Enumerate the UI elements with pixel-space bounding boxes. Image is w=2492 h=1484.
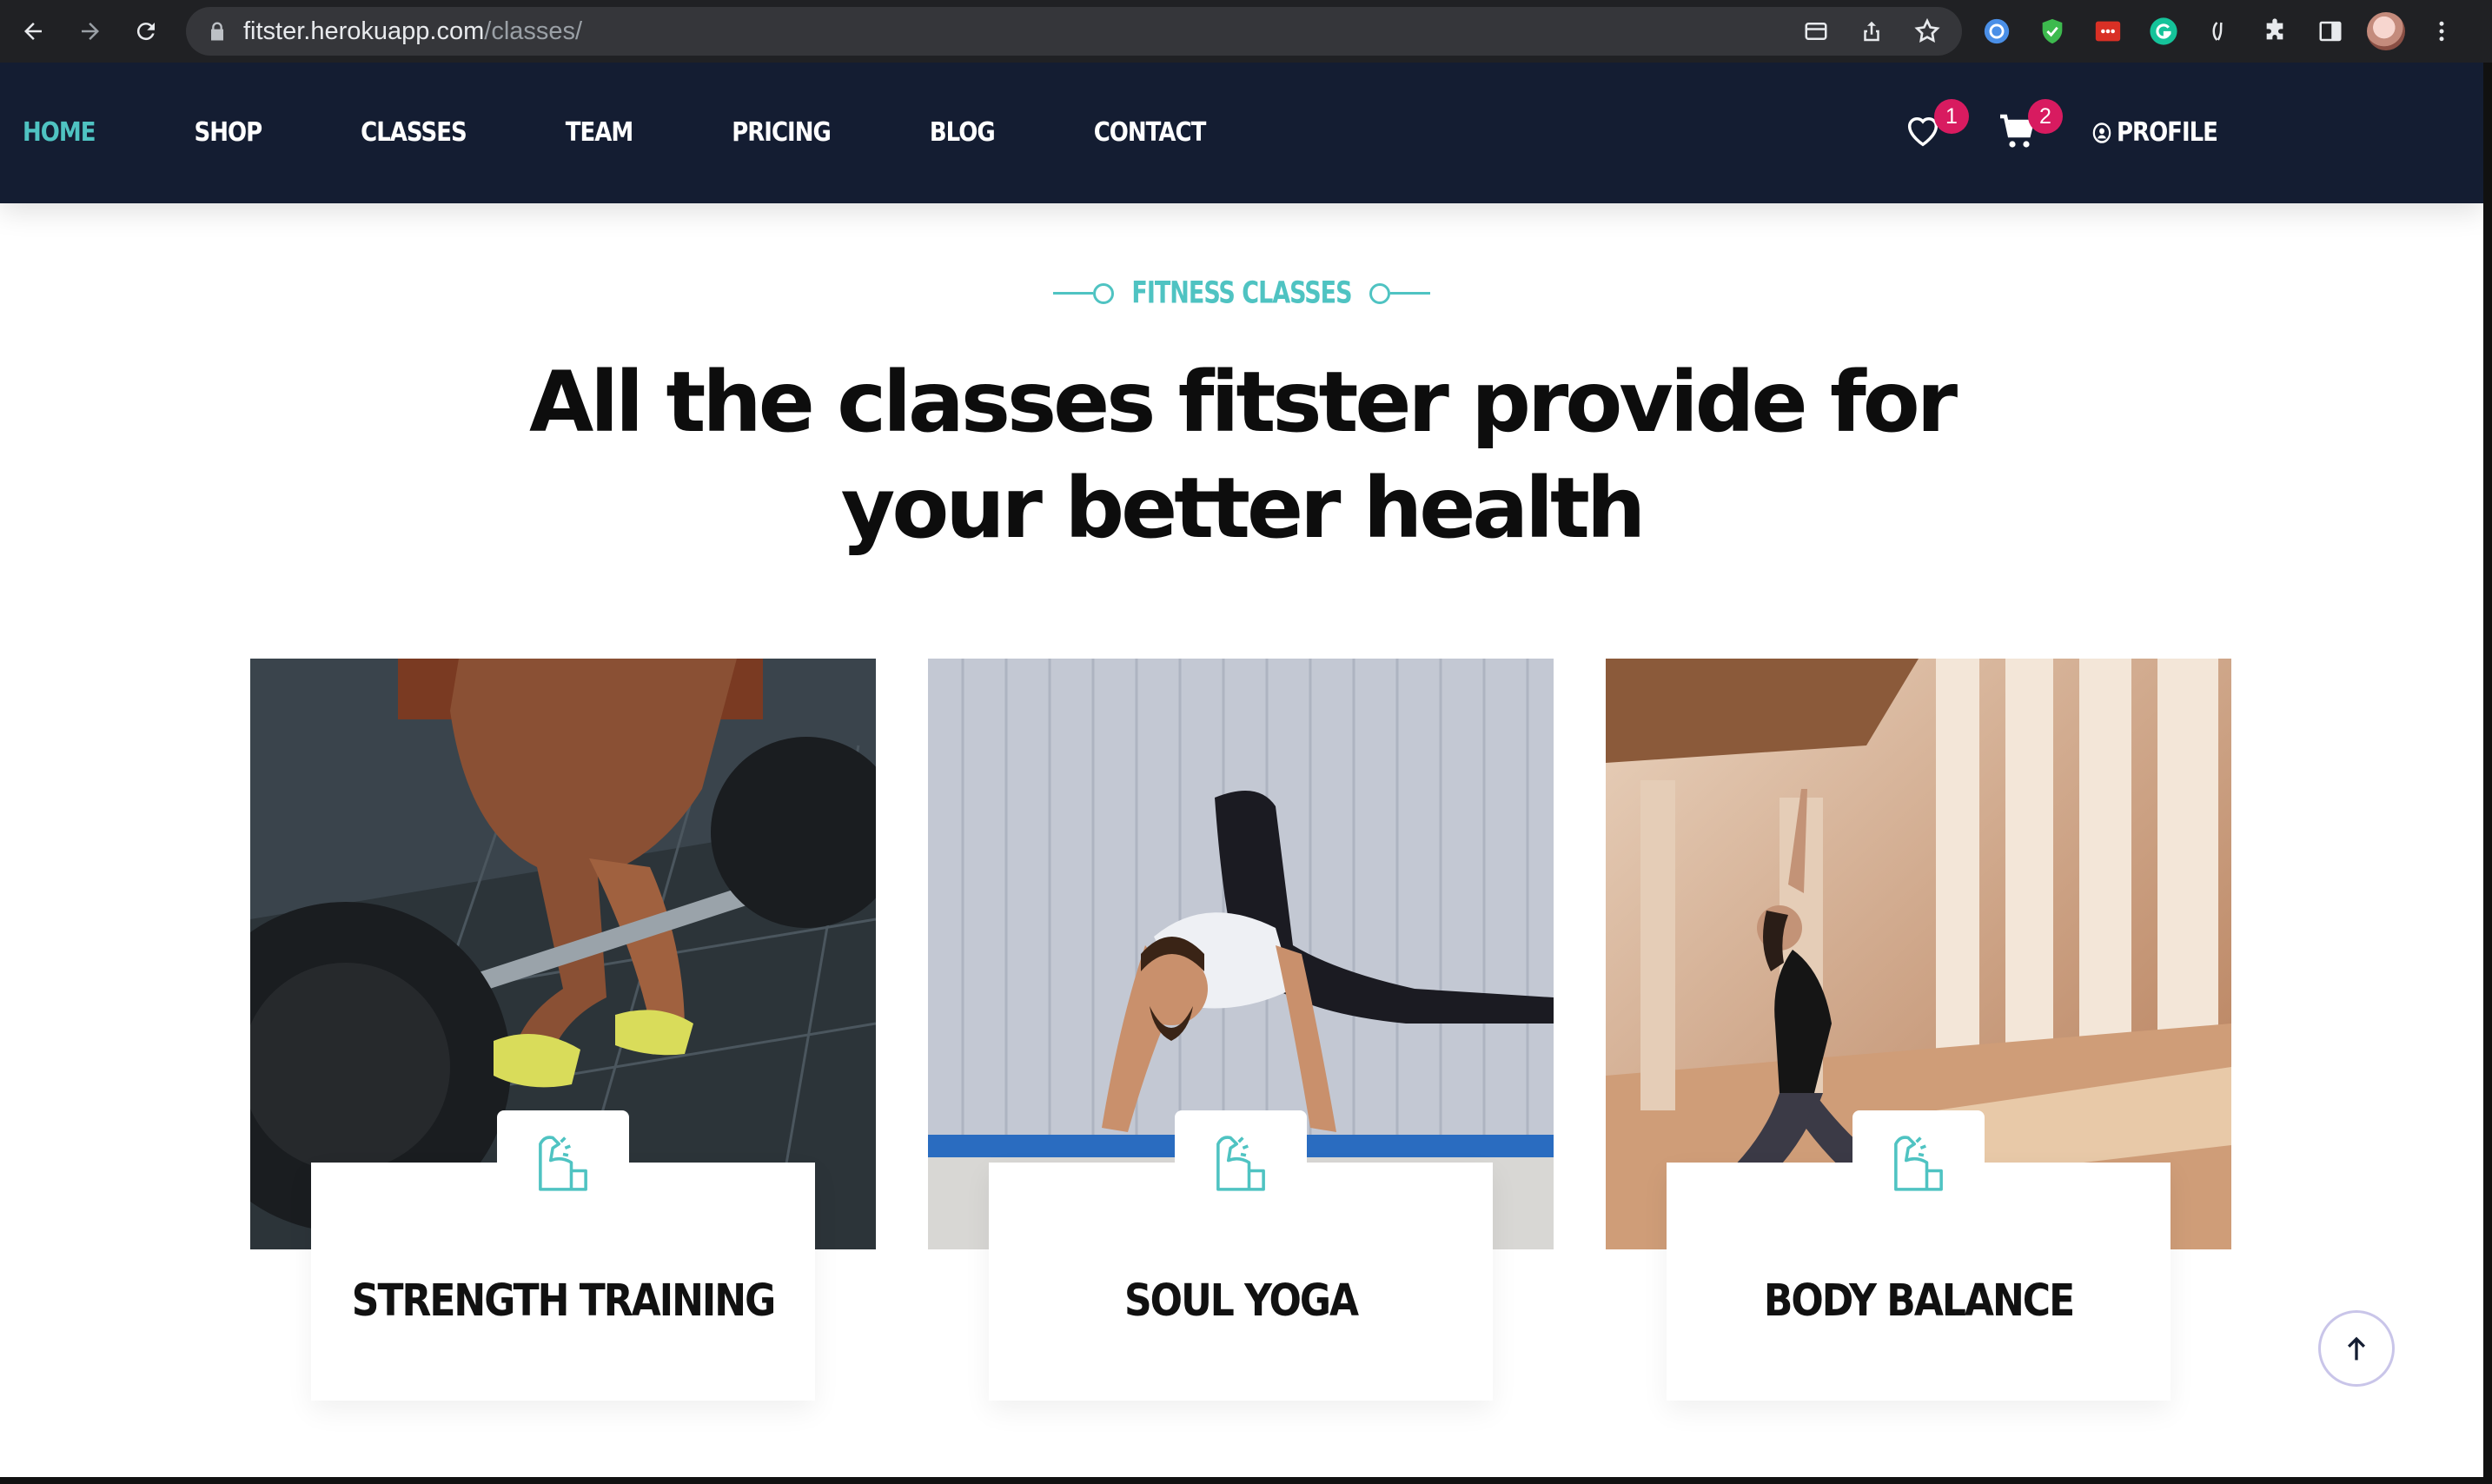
nav-classes[interactable]: CLASSES — [361, 118, 467, 149]
nav-team[interactable]: TEAM — [566, 118, 633, 149]
url-path: /classes/ — [484, 17, 583, 45]
window-bottom-edge — [0, 1477, 2492, 1484]
class-card-title[interactable]: BODY BALANCE — [1667, 1275, 2171, 1327]
class-card-title[interactable]: SOUL YOGA — [989, 1275, 1493, 1327]
arrow-up-icon — [2348, 1336, 2365, 1361]
cart-count-badge: 2 — [2028, 99, 2063, 134]
side-panel-icon[interactable] — [2311, 12, 2350, 50]
wishlist-button[interactable]: 1 — [1903, 99, 1969, 155]
shield-extension-icon[interactable] — [2033, 12, 2071, 50]
browser-menu-icon[interactable] — [2422, 12, 2461, 50]
section-eyebrow: FITNESS CLASSES — [0, 275, 2483, 311]
bookmark-star-icon[interactable] — [1908, 12, 1946, 50]
flexed-arm-icon — [539, 1136, 587, 1191]
browser-toolbar: fitster.herokuapp.com/classes/ — [0, 0, 2492, 63]
puzzle-icon[interactable] — [2256, 12, 2294, 50]
share-icon[interactable] — [1852, 12, 1891, 50]
profile-label: PROFILE — [2117, 117, 2218, 149]
script-extension-icon[interactable] — [2200, 12, 2238, 50]
profile-avatar[interactable] — [2367, 12, 2405, 50]
lock-icon — [211, 22, 223, 41]
window-edge — [2483, 63, 2492, 1484]
nav-contact[interactable]: CONTACT — [1094, 118, 1207, 149]
eyebrow-decoration-right — [1369, 282, 1430, 304]
nav-shop[interactable]: SHOP — [195, 118, 263, 149]
grammarly-icon[interactable] — [2144, 12, 2183, 50]
card-icon[interactable] — [1797, 12, 1835, 50]
address-bar[interactable]: fitster.herokuapp.com/classes/ — [186, 7, 1962, 56]
user-circle-icon — [2092, 123, 2111, 143]
back-icon[interactable] — [14, 12, 52, 50]
url-text: fitster.herokuapp.com/classes/ — [243, 7, 582, 56]
nav-blog[interactable]: BLOG — [930, 118, 996, 149]
cart-button[interactable]: 2 — [1997, 99, 2063, 155]
section-headline: All the classes fitster provide for your … — [0, 349, 2483, 561]
class-card-icon-tab — [1852, 1110, 1985, 1215]
forward-icon[interactable] — [71, 12, 109, 50]
eyebrow-decoration-left — [1053, 282, 1115, 304]
nav-pricing[interactable]: PRICING — [732, 118, 832, 149]
profile-link[interactable]: PROFILE — [2092, 117, 2218, 149]
headline-part2: provide for — [1445, 354, 1958, 451]
site-header: HOME SHOP CLASSES TEAM PRICING BLOG CONT… — [0, 63, 2483, 203]
headline-part1: All the classes — [528, 354, 1178, 451]
class-card-icon-tab — [497, 1110, 629, 1215]
url-host: fitster.herokuapp.com — [243, 17, 485, 45]
eyebrow-label: FITNESS CLASSES — [1131, 275, 1352, 311]
nav-home[interactable]: HOME — [23, 118, 96, 149]
class-card-icon-tab — [1175, 1110, 1307, 1215]
reload-icon[interactable] — [127, 12, 165, 50]
headline-brand: fitster — [1177, 354, 1449, 451]
extension-circle-icon[interactable] — [1978, 12, 2016, 50]
headline-line2: your better health — [840, 460, 1647, 557]
class-card-title[interactable]: STRENGTH TRAINING — [311, 1275, 815, 1327]
class-card-body-balance[interactable]: BODY BALANCE — [1606, 659, 2231, 1467]
class-cards: STRENGTH TRAINING SOUL YOGA BODY BALANCE — [250, 659, 2233, 1467]
wishlist-count-badge: 1 — [1934, 99, 1969, 134]
class-card-soul-yoga[interactable]: SOUL YOGA — [928, 659, 1554, 1467]
flexed-arm-icon — [1894, 1136, 1943, 1191]
page-viewport: HOME SHOP CLASSES TEAM PRICING BLOG CONT… — [0, 63, 2483, 1477]
flexed-arm-icon — [1216, 1136, 1265, 1191]
dots-extension-icon[interactable] — [2089, 12, 2127, 50]
class-card-strength-training[interactable]: STRENGTH TRAINING — [250, 659, 876, 1467]
scroll-to-top-button[interactable] — [2318, 1310, 2395, 1387]
main-nav: HOME SHOP CLASSES TEAM PRICING BLOG CONT… — [23, 63, 1304, 203]
